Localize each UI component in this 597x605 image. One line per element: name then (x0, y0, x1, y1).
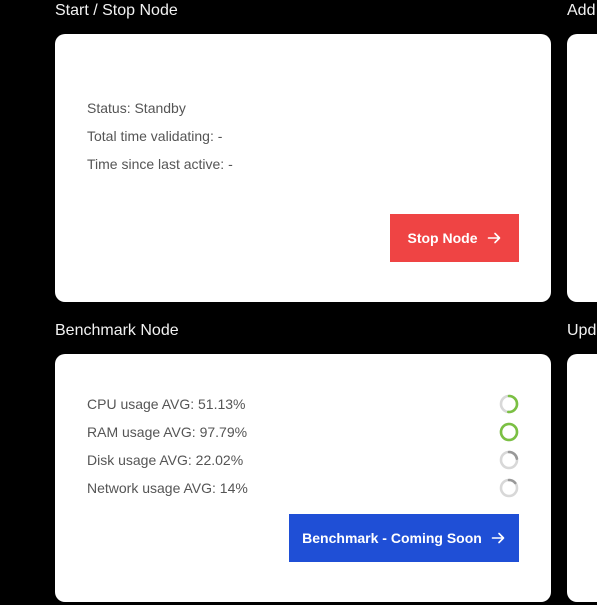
ram-usage-ring-icon (499, 422, 519, 442)
cpu-usage-label: CPU usage AVG: 51.13% (87, 396, 246, 412)
benchmark-button-label: Benchmark - Coming Soon (302, 530, 482, 546)
add-section-title-partial: Add (567, 2, 596, 19)
time-since-last-active-text: Time since last active: - (87, 156, 233, 172)
start-stop-node-card: Status: Standby Total time validating: -… (55, 34, 551, 302)
disk-usage-ring-icon (499, 450, 519, 470)
arrow-right-icon (486, 230, 502, 246)
metric-row-cpu: CPU usage AVG: 51.13% (87, 392, 519, 416)
total-time-validating-text: Total time validating: - (87, 128, 223, 144)
network-usage-label: Network usage AVG: 14% (87, 480, 248, 496)
dashboard-page: Start / Stop Node Status: Standby Total … (0, 0, 597, 605)
benchmark-node-card: CPU usage AVG: 51.13% RAM usage AVG: 97.… (55, 354, 551, 602)
arrow-right-icon (490, 530, 506, 546)
benchmark-node-title: Benchmark Node (55, 322, 179, 339)
disk-usage-label: Disk usage AVG: 22.02% (87, 452, 244, 468)
network-usage-ring-icon (499, 478, 519, 498)
metric-row-disk: Disk usage AVG: 22.02% (87, 448, 519, 472)
metric-row-ram: RAM usage AVG: 97.79% (87, 420, 519, 444)
node-status-text: Status: Standby (87, 100, 186, 116)
update-section-card-partial (567, 354, 597, 602)
stop-node-button-label: Stop Node (407, 230, 478, 246)
start-stop-node-title: Start / Stop Node (55, 2, 178, 19)
ram-usage-label: RAM usage AVG: 97.79% (87, 424, 248, 440)
cpu-usage-ring-icon (499, 394, 519, 414)
metric-row-network: Network usage AVG: 14% (87, 476, 519, 500)
stop-node-button[interactable]: Stop Node (390, 214, 519, 262)
update-section-title-partial: Upd (567, 322, 597, 339)
benchmark-button[interactable]: Benchmark - Coming Soon (289, 514, 519, 562)
add-section-card-partial (567, 34, 597, 302)
